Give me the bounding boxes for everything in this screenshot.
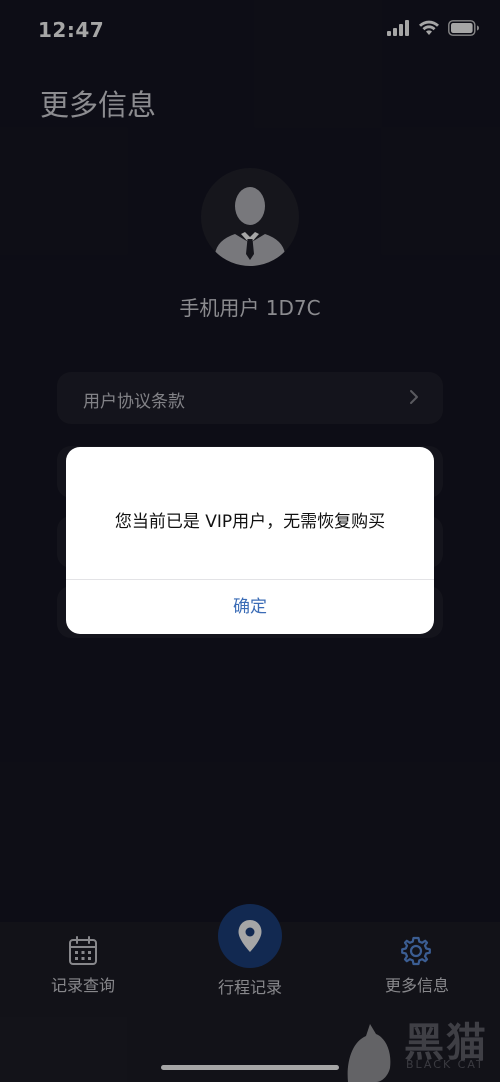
screen: 12:47 更多信息 手机用户 1D7C 用户协议条款 记录查询 行程记录 更多… xyxy=(0,0,500,1082)
alert-message: 您当前已是 VIP用户，无需恢复购买 xyxy=(114,512,386,532)
alert-dialog: 您当前已是 VIP用户，无需恢复购买 确定 xyxy=(66,447,434,634)
confirm-button[interactable]: 确定 xyxy=(66,580,434,634)
